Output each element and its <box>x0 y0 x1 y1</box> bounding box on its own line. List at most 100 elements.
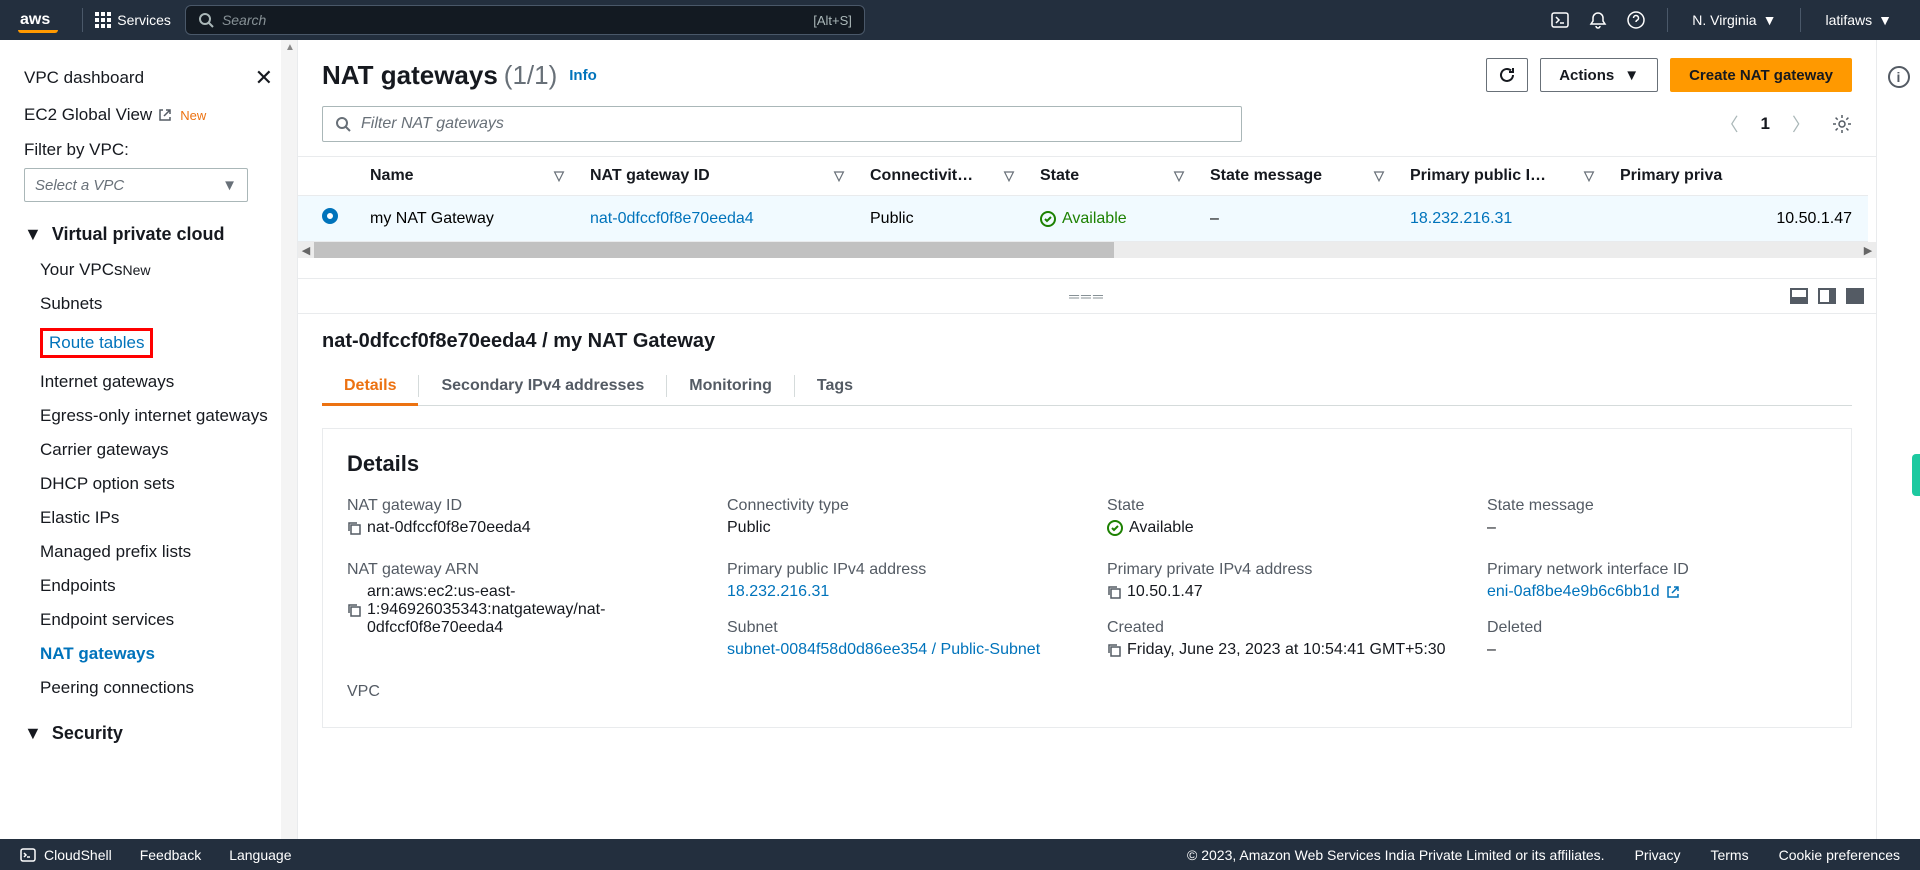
info-panel-toggle[interactable]: i <box>1888 66 1910 88</box>
footer-cloudshell[interactable]: CloudShell <box>20 847 112 863</box>
aws-logo[interactable]: aws <box>20 11 50 29</box>
nav-your-vpcs[interactable]: Your VPCsNew <box>40 253 273 287</box>
layout-right-icon[interactable] <box>1818 288 1836 304</box>
check-circle-icon <box>1040 211 1056 227</box>
nav-prefix-lists[interactable]: Managed prefix lists <box>40 535 273 569</box>
footer-feedback[interactable]: Feedback <box>140 847 201 863</box>
services-menu[interactable]: Services <box>95 12 171 28</box>
user-menu[interactable]: latifaws ▼ <box>1813 12 1904 28</box>
copy-icon[interactable] <box>1107 643 1121 657</box>
ec2-global-view-link[interactable]: EC2 Global View New <box>24 98 273 132</box>
cell-public-ip[interactable]: 18.232.216.31 <box>1410 210 1512 227</box>
cell-private-ip: 10.50.1.47 <box>1604 196 1868 242</box>
footer-privacy[interactable]: Privacy <box>1635 847 1681 863</box>
cell-name: my NAT Gateway <box>354 196 574 242</box>
nav-egress-gateways[interactable]: Egress-only internet gateways <box>40 399 273 433</box>
help-icon[interactable] <box>1617 11 1655 29</box>
chevron-down-icon: ▼ <box>222 177 237 194</box>
create-nat-button[interactable]: Create NAT gateway <box>1670 58 1852 92</box>
page-count: (1/1) <box>504 60 557 91</box>
row-radio[interactable] <box>322 208 338 224</box>
sidebar-scrollbar[interactable]: ▲ <box>281 40 297 847</box>
section-security[interactable]: ▼ Security <box>0 705 297 752</box>
info-link[interactable]: Info <box>569 67 597 84</box>
nav-nat-gateways[interactable]: NAT gateways <box>40 637 273 671</box>
cloudshell-icon <box>20 847 36 863</box>
drag-handle-icon[interactable]: ═══ <box>1069 288 1105 304</box>
global-search[interactable]: Search [Alt+S] <box>185 5 865 35</box>
nav-internet-gateways[interactable]: Internet gateways <box>40 365 273 399</box>
nav-subnets[interactable]: Subnets <box>40 287 273 321</box>
footer-cookies[interactable]: Cookie preferences <box>1779 847 1900 863</box>
nav-endpoints[interactable]: Endpoints <box>40 569 273 603</box>
table-settings[interactable] <box>1832 114 1852 134</box>
next-page[interactable]: 〉 <box>1792 111 1810 137</box>
detail-breadcrumb: nat-0dfccf0f8e70eeda4 / my NAT Gateway <box>322 330 1852 353</box>
nav-elastic-ips[interactable]: Elastic IPs <box>40 501 273 535</box>
col-menu-icon[interactable]: ▽ <box>1174 168 1184 184</box>
table-row[interactable]: my NAT Gateway nat-0dfccf0f8e70eeda4 Pub… <box>298 196 1868 242</box>
col-menu-icon[interactable]: ▽ <box>1004 168 1014 184</box>
col-menu-icon[interactable]: ▽ <box>554 168 564 184</box>
col-menu-icon[interactable]: ▽ <box>1584 168 1594 184</box>
content-area: NAT gateways (1/1) Info Actions▼ Create … <box>298 40 1876 847</box>
layout-bottom-icon[interactable] <box>1790 288 1808 304</box>
chevron-down-icon: ▼ <box>1624 67 1639 84</box>
nav-dhcp[interactable]: DHCP option sets <box>40 467 273 501</box>
nav-carrier-gateways[interactable]: Carrier gateways <box>40 433 273 467</box>
footer-language[interactable]: Language <box>229 847 291 863</box>
grid-icon <box>95 12 111 28</box>
notifications-icon[interactable] <box>1579 11 1617 29</box>
external-link-icon[interactable] <box>1666 585 1680 599</box>
page-header: NAT gateways (1/1) Info Actions▼ Create … <box>298 40 1876 106</box>
tab-details[interactable]: Details <box>322 367 418 405</box>
refresh-button[interactable] <box>1486 58 1528 92</box>
nat-table: Name▽ NAT gateway ID▽ Connectivit…▽ Stat… <box>298 156 1876 242</box>
copy-icon[interactable] <box>347 521 361 535</box>
nav-route-tables[interactable]: Route tables <box>40 321 273 365</box>
horizontal-scrollbar[interactable]: ◀ ▶ <box>298 242 1876 258</box>
col-menu-icon[interactable]: ▽ <box>1374 168 1384 184</box>
filter-vpc-label: Filter by VPC: <box>24 140 273 160</box>
cloudshell-icon[interactable] <box>1541 11 1579 29</box>
help-tab[interactable] <box>1912 454 1920 496</box>
details-card: Details NAT gateway ID nat-0dfccf0f8e70e… <box>322 428 1852 728</box>
actions-button[interactable]: Actions▼ <box>1540 58 1658 92</box>
cell-state-message: – <box>1194 196 1394 242</box>
new-badge: New <box>180 108 206 123</box>
caret-down-icon: ▼ <box>24 723 42 744</box>
close-sidebar-icon[interactable]: ✕ <box>255 65 273 91</box>
layout-full-icon[interactable] <box>1846 288 1864 304</box>
detail-tabs: Details Secondary IPv4 addresses Monitor… <box>322 367 1852 406</box>
footer-terms[interactable]: Terms <box>1710 847 1748 863</box>
cell-connectivity: Public <box>854 196 1024 242</box>
details-heading: Details <box>347 451 1827 477</box>
nav-peering[interactable]: Peering connections <box>40 671 273 705</box>
top-navigation: aws Services Search [Alt+S] N. Virginia … <box>0 0 1920 40</box>
caret-down-icon: ▼ <box>24 224 42 245</box>
copy-icon[interactable] <box>347 603 361 617</box>
filter-input[interactable]: Filter NAT gateways <box>322 106 1242 142</box>
nav-endpoint-services[interactable]: Endpoint services <box>40 603 273 637</box>
prev-page[interactable]: 〈 <box>1721 111 1739 137</box>
page-number: 1 <box>1761 114 1770 134</box>
region-selector[interactable]: N. Virginia ▼ <box>1680 12 1788 28</box>
search-icon <box>335 116 351 132</box>
col-menu-icon[interactable]: ▽ <box>834 168 844 184</box>
tab-secondary-ipv4[interactable]: Secondary IPv4 addresses <box>419 367 666 405</box>
copy-icon[interactable] <box>1107 585 1121 599</box>
search-placeholder: Search <box>222 12 813 28</box>
sidebar: ▲ VPC dashboard ✕ EC2 Global View New Fi… <box>0 40 298 847</box>
vpc-dashboard-link[interactable]: VPC dashboard ✕ <box>24 58 273 98</box>
search-shortcut: [Alt+S] <box>813 13 852 28</box>
footer-copyright: © 2023, Amazon Web Services India Privat… <box>1187 847 1605 863</box>
panel-splitter[interactable]: ═══ <box>298 278 1876 314</box>
tab-monitoring[interactable]: Monitoring <box>667 367 794 405</box>
section-vpc[interactable]: ▼ Virtual private cloud <box>0 202 297 253</box>
tab-tags[interactable]: Tags <box>795 367 875 405</box>
cell-nat-id[interactable]: nat-0dfccf0f8e70eeda4 <box>590 210 754 227</box>
external-link-icon <box>158 108 172 122</box>
cell-state: Available <box>1040 210 1178 228</box>
gear-icon <box>1832 114 1852 134</box>
vpc-select[interactable]: Select a VPC ▼ <box>24 168 248 202</box>
